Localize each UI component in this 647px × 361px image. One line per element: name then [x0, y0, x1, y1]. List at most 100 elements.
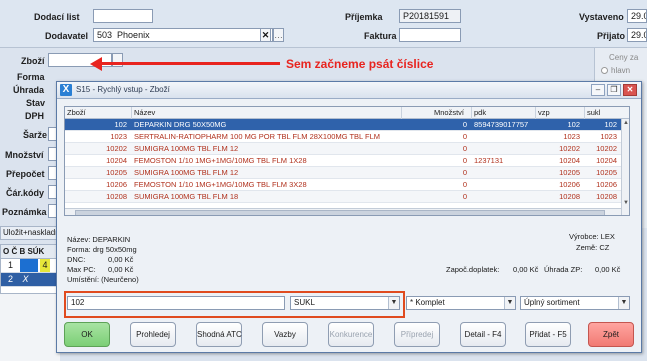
vystaveno-field[interactable]: 29.0: [627, 9, 647, 23]
table-row[interactable]: 10202 SUMIGRA 100MG TBL FLM 12 0 10202 10202: [65, 143, 621, 155]
detail-zeme: Země: CZ: [576, 243, 610, 252]
cell-vzp: 10204: [559, 156, 580, 165]
table-header: Zboží Název Množství pdk vzp sukl: [65, 107, 629, 119]
cell-nazev: SUMIGRA 100MG TBL FLM 18: [134, 192, 239, 201]
carkody-label: Čár.kódy: [6, 188, 45, 198]
cell-mnozstvi: 0: [462, 192, 467, 201]
dialog-titlebar[interactable]: X S15 - Rychlý vstup - Zboží – ❐ ✕: [57, 82, 641, 99]
annotation-arrow: [100, 62, 280, 65]
cell-vzp: 10202: [559, 144, 580, 153]
ceny-label: Ceny za: [609, 53, 639, 62]
col-sukl[interactable]: sukl: [587, 108, 600, 117]
cell-zbozi: 10204: [106, 156, 127, 165]
document-items-grid[interactable]: O Č B SÚK 1 4 2 X: [0, 244, 60, 294]
search-type-select[interactable]: SUKL ▼: [290, 296, 400, 310]
table-row[interactable]: 10208 SUMIGRA 100MG TBL FLM 18 0 10208 10208: [65, 191, 621, 203]
shodna-atc-button[interactable]: Shodná ATC: [196, 322, 242, 347]
ok-button[interactable]: OK: [64, 322, 110, 347]
ulozit-button[interactable]: Uložit+naskladn: [0, 226, 62, 240]
detail-uhrada-value: 0,00 Kč: [595, 265, 621, 274]
cell-sukl: 1023: [600, 132, 617, 141]
close-icon[interactable]: ✕: [623, 84, 637, 96]
cell-sukl: 10202: [596, 144, 617, 153]
table-row[interactable]: 2 X: [1, 273, 59, 287]
lookup-icon[interactable]: …: [273, 28, 284, 42]
cell-pdk: 1237131: [474, 156, 504, 165]
poznamka-label: Poznámka: [2, 207, 47, 217]
sarze-label: Šarže: [23, 130, 48, 140]
chevron-down-icon[interactable]: ▼: [388, 297, 399, 309]
prijato-label: Přijato: [597, 31, 626, 41]
prijemka-field: P20181591: [399, 9, 461, 23]
prijemka-label: Příjemka: [345, 12, 383, 22]
cell-mnozstvi: 0: [462, 120, 467, 129]
vystaveno-label: Vystaveno: [579, 12, 624, 22]
mnozstvi-label: Množství: [5, 150, 44, 160]
cell-zbozi: 102: [114, 120, 127, 129]
chevron-down-icon[interactable]: ▼: [504, 297, 515, 309]
bottom-area: [0, 294, 60, 361]
stav-label: Stav: [26, 98, 46, 108]
table-row[interactable]: 1023 SERTRALIN-RATIOPHARM 100 MG POR TBL …: [65, 131, 621, 143]
detail-maxpc-label: Max PC:: [67, 265, 96, 274]
hlavni-radio[interactable]: [601, 67, 608, 74]
vertical-scrollbar[interactable]: ▲ ▼: [621, 119, 629, 215]
detail-zapoc-value: 0,00 Kč: [513, 265, 539, 274]
cell-nazev: DEPARKIN DRG 50X50MG: [134, 120, 227, 129]
sortiment-value: Úplný sortiment: [524, 298, 580, 307]
cell-mnozstvi: 0: [462, 180, 467, 189]
cell-sukl: 10204: [596, 156, 617, 165]
detail-uhrada-label: Úhrada ZP:: [544, 265, 583, 274]
search-input[interactable]: 102: [67, 296, 285, 310]
dodaci-list-field[interactable]: [93, 9, 153, 23]
cell-sukl: 10206: [596, 180, 617, 189]
table-row[interactable]: 1 4: [1, 259, 59, 273]
table-row[interactable]: 10206 FEMOSTON 1/10 1MG+1MG/10MG TBL FLM …: [65, 179, 621, 191]
uhrada-label: Úhrada: [13, 85, 45, 95]
dodavatel-field[interactable]: 503 Phoenix: [93, 28, 273, 42]
dodavatel-code: 503: [97, 30, 113, 40]
scroll-down-icon[interactable]: ▼: [622, 199, 629, 207]
cell-mnozstvi: 0: [462, 144, 467, 153]
cell-mnozstvi: 0: [462, 156, 467, 165]
pridat-button[interactable]: Přidat - F5: [525, 322, 571, 347]
pripredej-button: Přípredej: [394, 322, 440, 347]
table-row[interactable]: 10204 FEMOSTON 1/10 1MG+1MG/10MG TBL FLM …: [65, 155, 621, 167]
products-table[interactable]: Zboží Název Množství pdk vzp sukl 102 DEP…: [64, 106, 630, 216]
vazby-button[interactable]: Vazby: [262, 322, 308, 347]
col-nazev[interactable]: Název: [134, 108, 155, 117]
cell-mnozstvi: 0: [462, 168, 467, 177]
minimize-icon[interactable]: –: [591, 84, 605, 96]
chevron-down-icon[interactable]: ▼: [618, 297, 629, 309]
komplet-value: * Komplet: [410, 298, 445, 307]
detail-button[interactable]: Detail - F4: [460, 322, 506, 347]
clear-icon[interactable]: ✕: [260, 28, 271, 42]
cell-zbozi: 10205: [106, 168, 127, 177]
komplet-select[interactable]: * Komplet ▼: [406, 296, 516, 310]
cell-sukl: 10205: [596, 168, 617, 177]
table-row[interactable]: 10205 SUMIGRA 100MG TBL FLM 12 0 10205 10205: [65, 167, 621, 179]
col-zbozi[interactable]: Zboží: [67, 108, 86, 117]
col-mnozstvi[interactable]: Množství: [434, 108, 464, 117]
annotation-arrow-head: [90, 57, 102, 71]
hlavni-label: hlavn: [611, 66, 631, 75]
zpet-button[interactable]: Zpět: [588, 322, 634, 347]
prijato-field[interactable]: 29.0: [627, 28, 647, 42]
faktura-field[interactable]: [399, 28, 461, 42]
search-type-value: SUKL: [294, 298, 315, 307]
restore-icon[interactable]: ❐: [607, 84, 621, 96]
prohledej-button[interactable]: Prohledej: [130, 322, 176, 347]
horizontal-scrollbar[interactable]: [65, 208, 621, 215]
detail-nazev: Název: DEPARKIN: [67, 235, 131, 244]
col-pdk[interactable]: pdk: [474, 108, 486, 117]
grid-header: O Č B SÚK: [1, 245, 59, 259]
scroll-up-icon[interactable]: ▲: [622, 119, 629, 127]
sortiment-select[interactable]: Úplný sortiment ▼: [520, 296, 630, 310]
col-vzp[interactable]: vzp: [538, 108, 550, 117]
faktura-label: Faktura: [364, 31, 397, 41]
dodavatel-label: Dodavatel: [45, 31, 89, 41]
cell-sukl: 10208: [596, 192, 617, 201]
table-row[interactable]: 102 DEPARKIN DRG 50X50MG 0 8594739017757 102…: [65, 119, 621, 131]
scroll-thumb[interactable]: [75, 210, 605, 215]
detail-zapoc-label: Započ.doplatek:: [446, 265, 500, 274]
